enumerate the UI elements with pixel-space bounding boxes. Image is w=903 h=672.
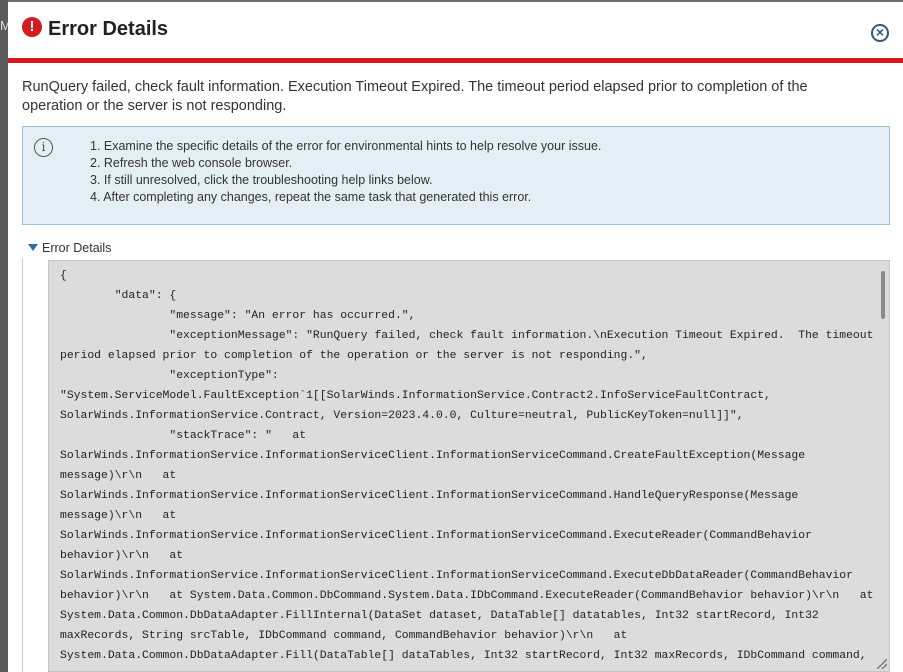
error-details-toggle[interactable]: Error Details (28, 241, 111, 255)
help-steps-list: 1. Examine the specific details of the e… (90, 138, 601, 206)
close-icon[interactable]: × (871, 24, 889, 42)
resize-grip-icon[interactable] (877, 659, 887, 669)
error-details-toggle-label: Error Details (42, 241, 112, 255)
info-icon: i (34, 138, 53, 157)
error-details-textarea[interactable]: { "data": { "message": "An error has occ… (48, 260, 890, 672)
error-details-dialog: ! Error Details × RunQuery failed, check… (8, 2, 903, 672)
error-message: RunQuery failed, check fault information… (22, 79, 808, 114)
dialog-title: Error Details (48, 18, 169, 40)
error-details-code: { "data": { "message": "An error has occ… (60, 270, 874, 662)
background-window: M (0, 0, 11, 672)
dialog-header: ! Error Details × (8, 2, 903, 63)
vertical-scrollbar[interactable] (881, 271, 885, 319)
help-step: 1. Examine the specific details of the e… (90, 139, 602, 153)
error-details-panel: { "data": { "message": "An error has occ… (22, 258, 890, 672)
help-step: 3. If still unresolved, click the troubl… (90, 173, 433, 187)
caret-down-icon (28, 244, 38, 251)
error-icon: ! (22, 17, 42, 37)
help-info-box: i 1. Examine the specific details of the… (22, 126, 890, 225)
help-step: 2. Refresh the web console browser. (90, 156, 293, 170)
help-step: 4. After completing any changes, repeat … (90, 190, 532, 204)
